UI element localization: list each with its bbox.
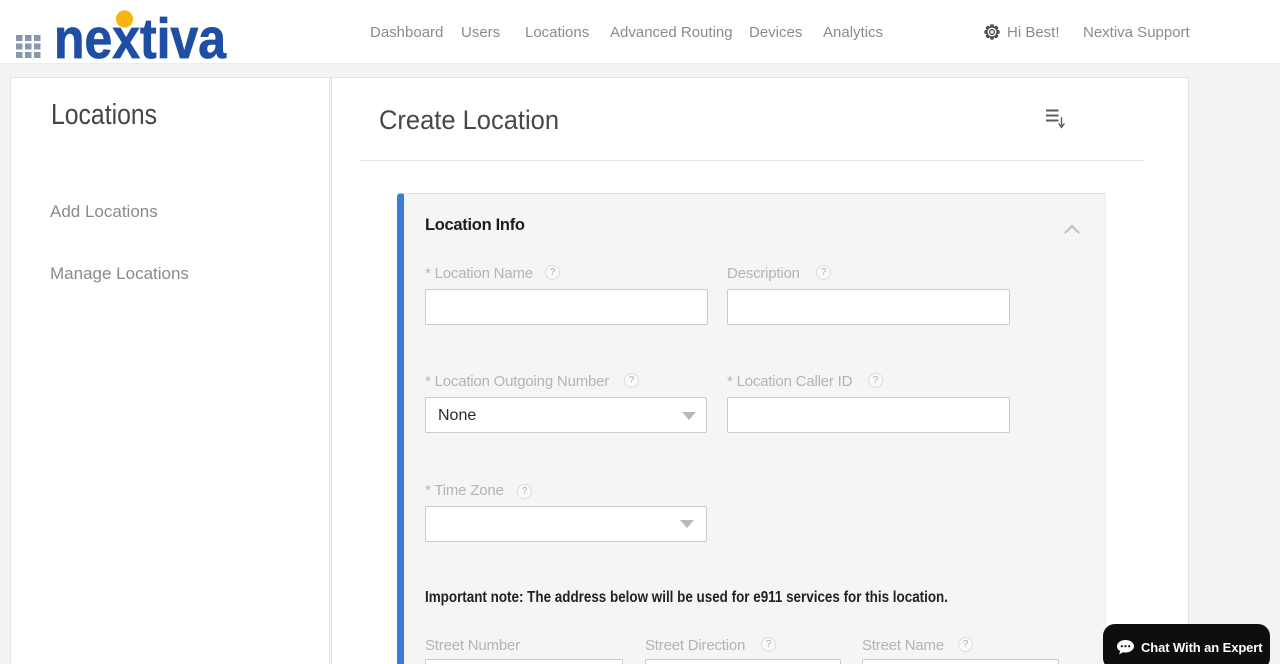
svg-text:nextiva: nextiva — [54, 7, 227, 64]
svg-text:Locations: Locations — [51, 99, 157, 131]
svg-text:Important note: The address be: Important note: The address below will b… — [425, 589, 948, 606]
svg-text:Create Location: Create Location — [379, 105, 559, 135]
